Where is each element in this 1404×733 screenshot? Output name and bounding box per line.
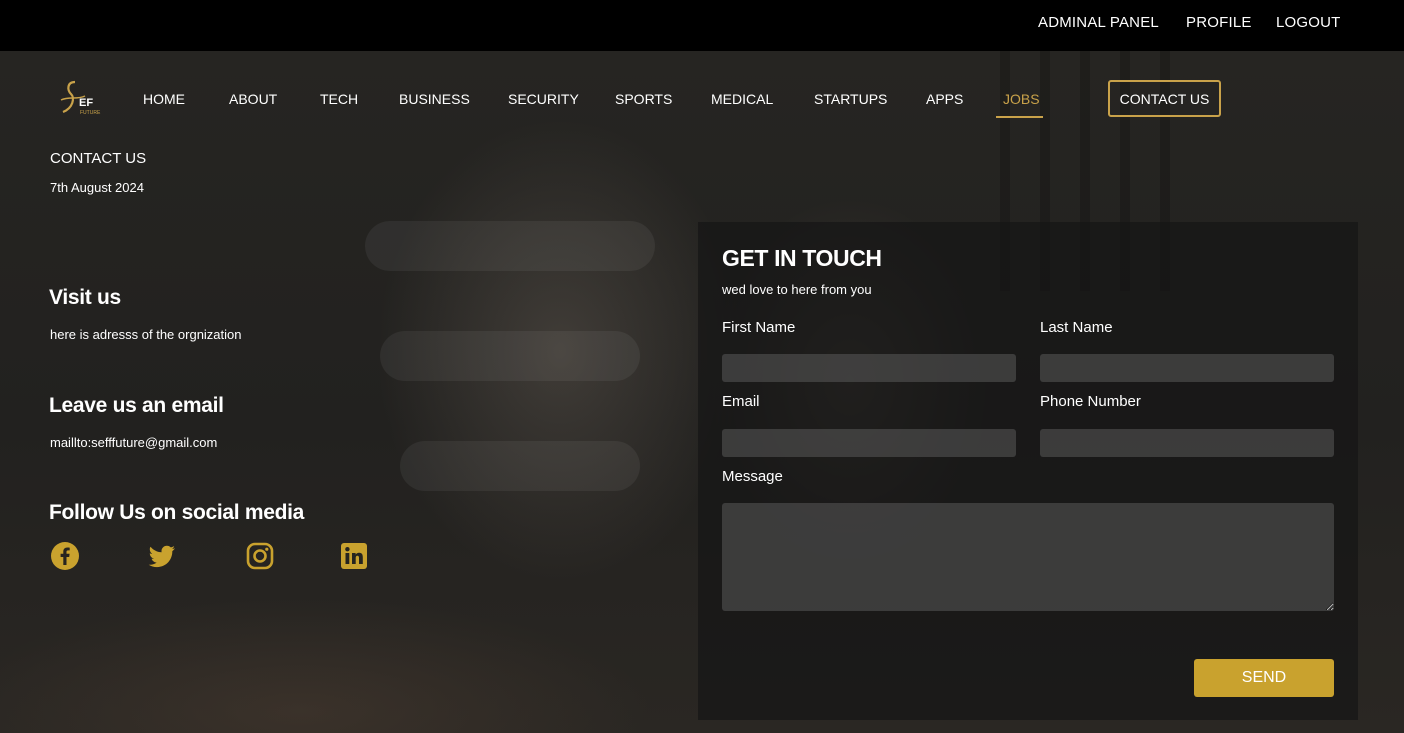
contact-us-button[interactable]: CONTACT US bbox=[1108, 80, 1221, 117]
admin-panel-link[interactable]: ADMINAL PANEL bbox=[1038, 14, 1159, 31]
social-heading: Follow Us on social media bbox=[49, 501, 305, 524]
page-title: CONTACT US bbox=[50, 150, 147, 167]
phone-input[interactable] bbox=[1040, 429, 1334, 457]
logo-subtext: FUTURE bbox=[80, 110, 101, 116]
nav-item-medical[interactable]: MEDICAL bbox=[711, 91, 773, 107]
top-bar: ADMINAL PANEL PROFILE LOGOUT bbox=[0, 0, 1404, 51]
instagram-icon[interactable] bbox=[245, 541, 275, 571]
message-textarea[interactable] bbox=[722, 503, 1334, 611]
page-date: 7th August 2024 bbox=[50, 180, 144, 195]
nav-item-sports[interactable]: SPORTS bbox=[615, 91, 672, 107]
message-label: Message bbox=[722, 468, 783, 485]
twitter-icon[interactable] bbox=[147, 541, 177, 571]
form-subtitle: wed love to here from you bbox=[722, 282, 872, 297]
email-input[interactable] bbox=[722, 429, 1016, 457]
first-name-input[interactable] bbox=[722, 354, 1016, 382]
phone-label: Phone Number bbox=[1040, 393, 1141, 410]
form-title: GET IN TOUCH bbox=[722, 245, 882, 271]
email-heading: Leave us an email bbox=[49, 394, 224, 417]
site-logo[interactable]: EF FUTURE bbox=[55, 78, 111, 116]
last-name-input[interactable] bbox=[1040, 354, 1334, 382]
facebook-icon[interactable] bbox=[50, 541, 80, 571]
first-name-label: First Name bbox=[722, 319, 796, 336]
nav-item-about[interactable]: ABOUT bbox=[229, 91, 277, 107]
nav-item-tech[interactable]: TECH bbox=[320, 91, 358, 107]
address-text: here is adresss of the orgnization bbox=[50, 327, 242, 342]
visit-us-heading: Visit us bbox=[49, 286, 121, 309]
logout-link[interactable]: LOGOUT bbox=[1276, 14, 1341, 31]
nav-item-startups[interactable]: STARTUPS bbox=[814, 91, 887, 107]
nav-item-jobs[interactable]: JOBS bbox=[1003, 91, 1040, 107]
email-text[interactable]: maillto:sefffuture@gmail.com bbox=[50, 435, 217, 450]
email-label: Email bbox=[722, 393, 760, 410]
nav-item-home[interactable]: HOME bbox=[143, 91, 185, 107]
send-button[interactable]: SEND bbox=[1194, 659, 1334, 697]
linkedin-icon[interactable] bbox=[339, 541, 369, 571]
bg-decoration bbox=[380, 331, 640, 381]
logo-text: EF bbox=[79, 97, 93, 109]
logo-mark: EF FUTURE bbox=[60, 80, 101, 116]
bg-decoration bbox=[365, 221, 655, 271]
nav-item-business[interactable]: BUSINESS bbox=[399, 91, 470, 107]
nav-item-apps[interactable]: APPS bbox=[926, 91, 963, 107]
active-nav-indicator bbox=[996, 116, 1043, 118]
nav-item-security[interactable]: SECURITY bbox=[508, 91, 579, 107]
profile-link[interactable]: PROFILE bbox=[1186, 14, 1252, 31]
bg-decoration bbox=[400, 441, 640, 491]
last-name-label: Last Name bbox=[1040, 319, 1113, 336]
